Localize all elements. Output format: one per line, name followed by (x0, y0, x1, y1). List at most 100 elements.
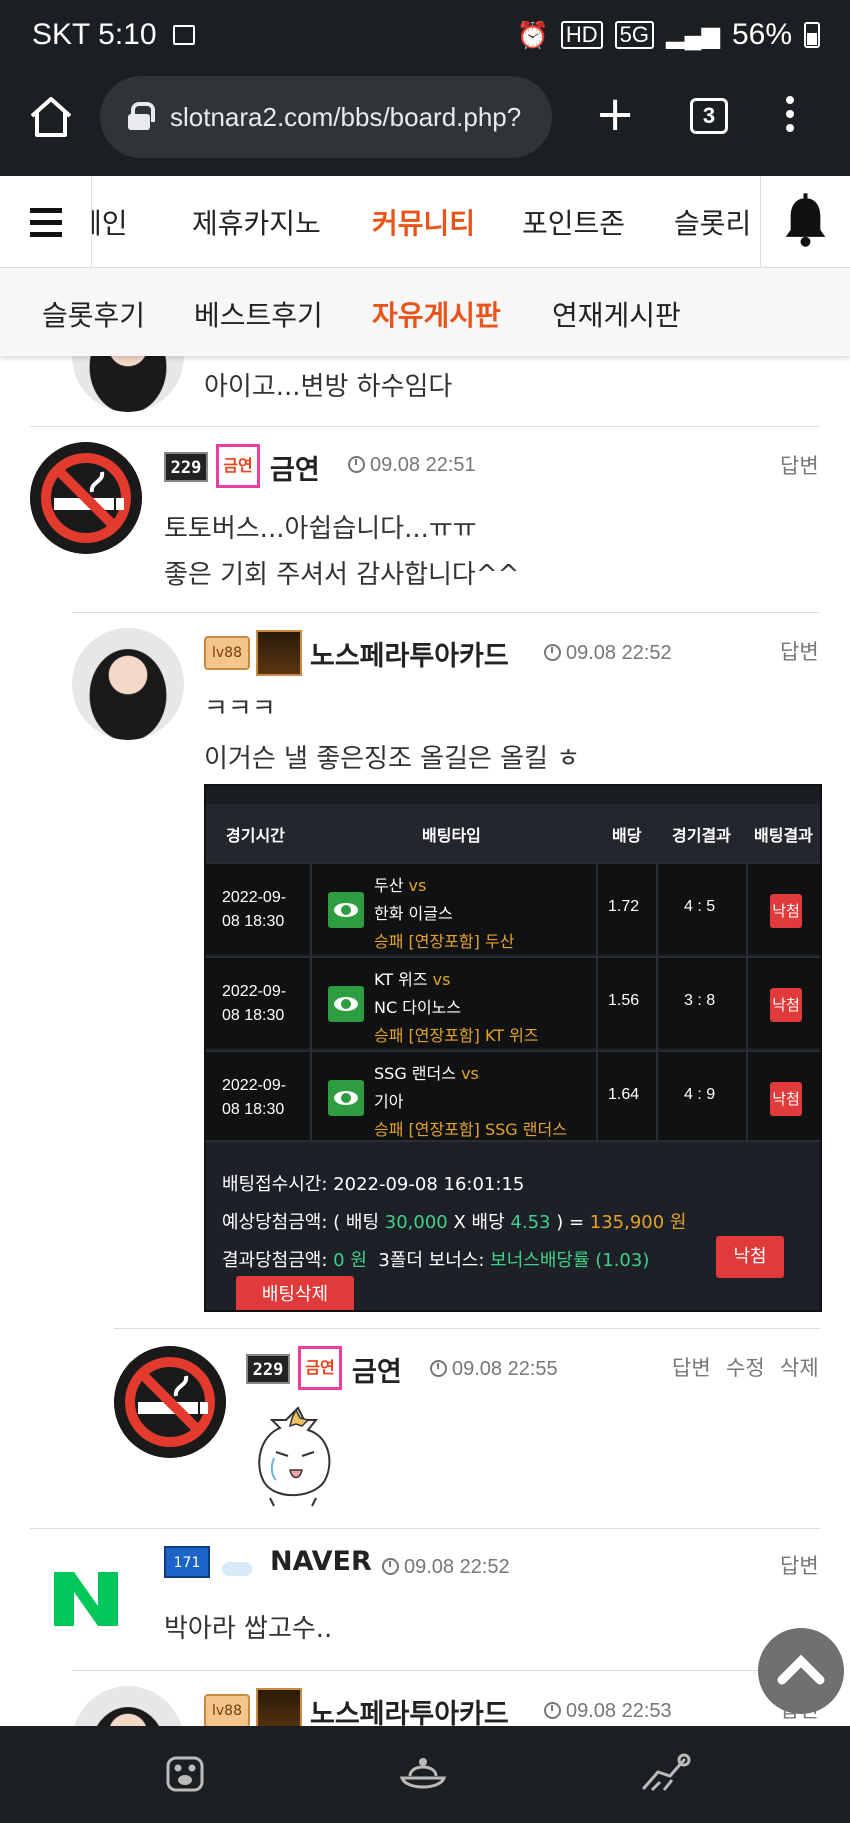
crying-character-sticker-icon (258, 1406, 331, 1507)
bet-header-time: 경기시간 (226, 826, 285, 845)
bet-result-badge: 낙첨 (770, 894, 802, 928)
bet-row: 2022-09- 08 18:30 두산 vs 한화 이글스 승패 [연장포함] … (206, 862, 820, 956)
divider (72, 1670, 820, 1671)
pet-icon[interactable] (638, 1748, 692, 1798)
level-badge: 229 (164, 452, 208, 482)
nickname[interactable]: 금연 (352, 1350, 402, 1389)
bet-odds: 1.56 (608, 992, 640, 1009)
bell-icon[interactable] (760, 176, 850, 268)
comment-text: 아이고...변방 하수임다 (204, 372, 453, 402)
bottom-nav (0, 1726, 850, 1823)
clock-icon (544, 1702, 561, 1719)
bet-away-team: NC 다이노스 (374, 998, 462, 1017)
bet-expected-win: 예상당첨금액: ( 배팅 30,000 X 배당 4.53 ) = 135,90… (222, 1212, 687, 1233)
hamburger-menu-icon[interactable] (0, 176, 92, 268)
new-tab-button[interactable]: + (595, 90, 635, 138)
eye-icon[interactable] (328, 986, 364, 1022)
sub-tab-slot-reviews[interactable]: 슬롯후기 (42, 294, 145, 334)
eye-icon[interactable] (328, 892, 364, 928)
nav-item-casino[interactable]: 제휴카지노 (192, 202, 321, 242)
comment-time: 09.08 22:52 (544, 642, 672, 665)
bet-slip-image: 경기시간 배팅타입 배당 경기결과 배팅결과 2022-09- 08 18:30 … (204, 784, 822, 1312)
sub-nav: 슬롯후기 베스트후기 자유게시판 연재게시판 (0, 268, 850, 356)
battery-percent: 56% (731, 18, 792, 51)
reply-button[interactable]: 답변 (672, 1352, 711, 1382)
bet-summary: 배팅접수시간: 2022-09-08 16:01:15 예상당첨금액: ( 배팅… (206, 1140, 820, 1310)
comment-text: 토토버스...아쉽습니다...ㅠㅠ (164, 514, 477, 544)
bet-date: 2022-09- 08 18:30 (222, 983, 287, 1024)
divider (72, 612, 820, 613)
browser-menu-icon[interactable] (785, 96, 795, 136)
comment-text: 이거슨 낼 좋은징조 올길은 올킬 ㅎ (204, 744, 581, 774)
nav-item-main[interactable]: 메인 (92, 202, 128, 242)
bet-row: 2022-09- 08 18:30 KT 위즈 vs NC 다이노스 승패 [연장… (206, 956, 820, 1050)
bet-received-time: 배팅접수시간: 2022-09-08 16:01:15 (222, 1174, 525, 1195)
bet-delete-button[interactable]: 배팅삭제 (236, 1276, 354, 1310)
comment-text: ㅋㅋㅋ (204, 694, 276, 724)
bet-header-result: 배팅결과 (754, 826, 813, 845)
nickname[interactable]: 노스페라투아카드 (310, 634, 509, 673)
carrier-time: SKT 5:10 (32, 18, 157, 51)
delete-button[interactable]: 삭제 (780, 1352, 819, 1382)
sub-tab-series-board[interactable]: 연재게시판 (552, 294, 681, 334)
nickname[interactable]: 노스페라투아카드 (310, 1692, 509, 1726)
bet-status-button[interactable]: 낙첨 (716, 1236, 784, 1278)
comment-time: 09.08 22:51 (348, 454, 476, 477)
bet-home-team: KT 위즈 vs (374, 970, 451, 989)
avatar (72, 1686, 184, 1726)
signal-icon: ▂▄▆ (666, 21, 720, 49)
tab-switcher-button[interactable]: 3 (690, 98, 728, 134)
bet-date: 2022-09- 08 18:30 (222, 1077, 287, 1118)
bet-result-badge: 낙첨 (770, 1082, 802, 1116)
nickname[interactable]: NAVER (270, 1546, 372, 1577)
comment-time: 09.08 22:52 (382, 1556, 510, 1579)
bet-home-team: SSG 랜더스 vs (374, 1064, 479, 1083)
no-smoking-avatar (114, 1346, 226, 1458)
reply-button[interactable]: 답변 (780, 636, 819, 666)
member-badge: 금연 (298, 1346, 342, 1390)
eye-icon[interactable] (328, 1080, 364, 1116)
bet-header-type: 배팅타입 (422, 826, 481, 845)
bet-result-badge: 낙첨 (770, 988, 802, 1022)
lock-icon (128, 102, 155, 130)
comment-time: 09.08 22:53 (544, 1700, 672, 1723)
level-badge: 229 (246, 1354, 290, 1384)
hd-voice-icon: HD (560, 21, 603, 49)
browser-toolbar: slotnara2.com/bbs/board.php? + 3 (0, 72, 850, 176)
gallery-icon (172, 25, 195, 45)
status-bar: SKT 5:10 ⏰ HD 5G ▂▄▆ 56% (0, 0, 850, 72)
divider (114, 1328, 820, 1329)
edit-button[interactable]: 수정 (726, 1352, 765, 1382)
bet-header-odds: 배당 (612, 826, 642, 845)
scroll-top-icon[interactable] (758, 1628, 844, 1714)
bet-pick: 승패 [연장포함] 두산 (374, 932, 515, 951)
bet-home-team: 두산 vs (374, 876, 427, 895)
bet-date: 2022-09- 08 18:30 (222, 889, 287, 930)
comment-list: 아이고...변방 하수임다 229 금연 금연 09.08 22:51 답변 토… (0, 356, 850, 1726)
paw-icon[interactable] (158, 1748, 212, 1798)
bet-pick: 승패 [연장포함] KT 위즈 (374, 1026, 539, 1045)
address-bar[interactable]: slotnara2.com/bbs/board.php? (100, 76, 552, 158)
nav-item-points[interactable]: 포인트존 (522, 202, 625, 242)
avatar (72, 356, 184, 412)
nav-item-slots[interactable]: 슬롯리 (674, 202, 751, 242)
no-smoking-avatar (30, 442, 142, 554)
avatar (72, 628, 184, 740)
comment-time: 09.08 22:55 (430, 1358, 558, 1381)
divider (30, 426, 820, 427)
nav-item-community[interactable]: 커뮤니티 (372, 202, 475, 242)
member-badge: 금연 (216, 444, 260, 488)
clock-icon (382, 1558, 399, 1575)
nickname[interactable]: 금연 (270, 448, 320, 487)
divider (30, 1528, 820, 1529)
home-icon[interactable] (26, 92, 76, 142)
reply-button[interactable]: 답변 (780, 1550, 819, 1580)
status-left: SKT 5:10 (32, 18, 195, 52)
sub-tab-free-board[interactable]: 자유게시판 (372, 294, 501, 334)
level-badge: 171 (164, 1546, 210, 1578)
food-bowl-icon[interactable] (396, 1748, 450, 1798)
bet-result-amount: 결과당첨금액: 0 원 3폴더 보너스: 보너스배당률 (1.03) (222, 1250, 650, 1271)
clock-icon (348, 456, 365, 473)
sub-tab-best-reviews[interactable]: 베스트후기 (194, 294, 323, 334)
reply-button[interactable]: 답변 (780, 450, 819, 480)
